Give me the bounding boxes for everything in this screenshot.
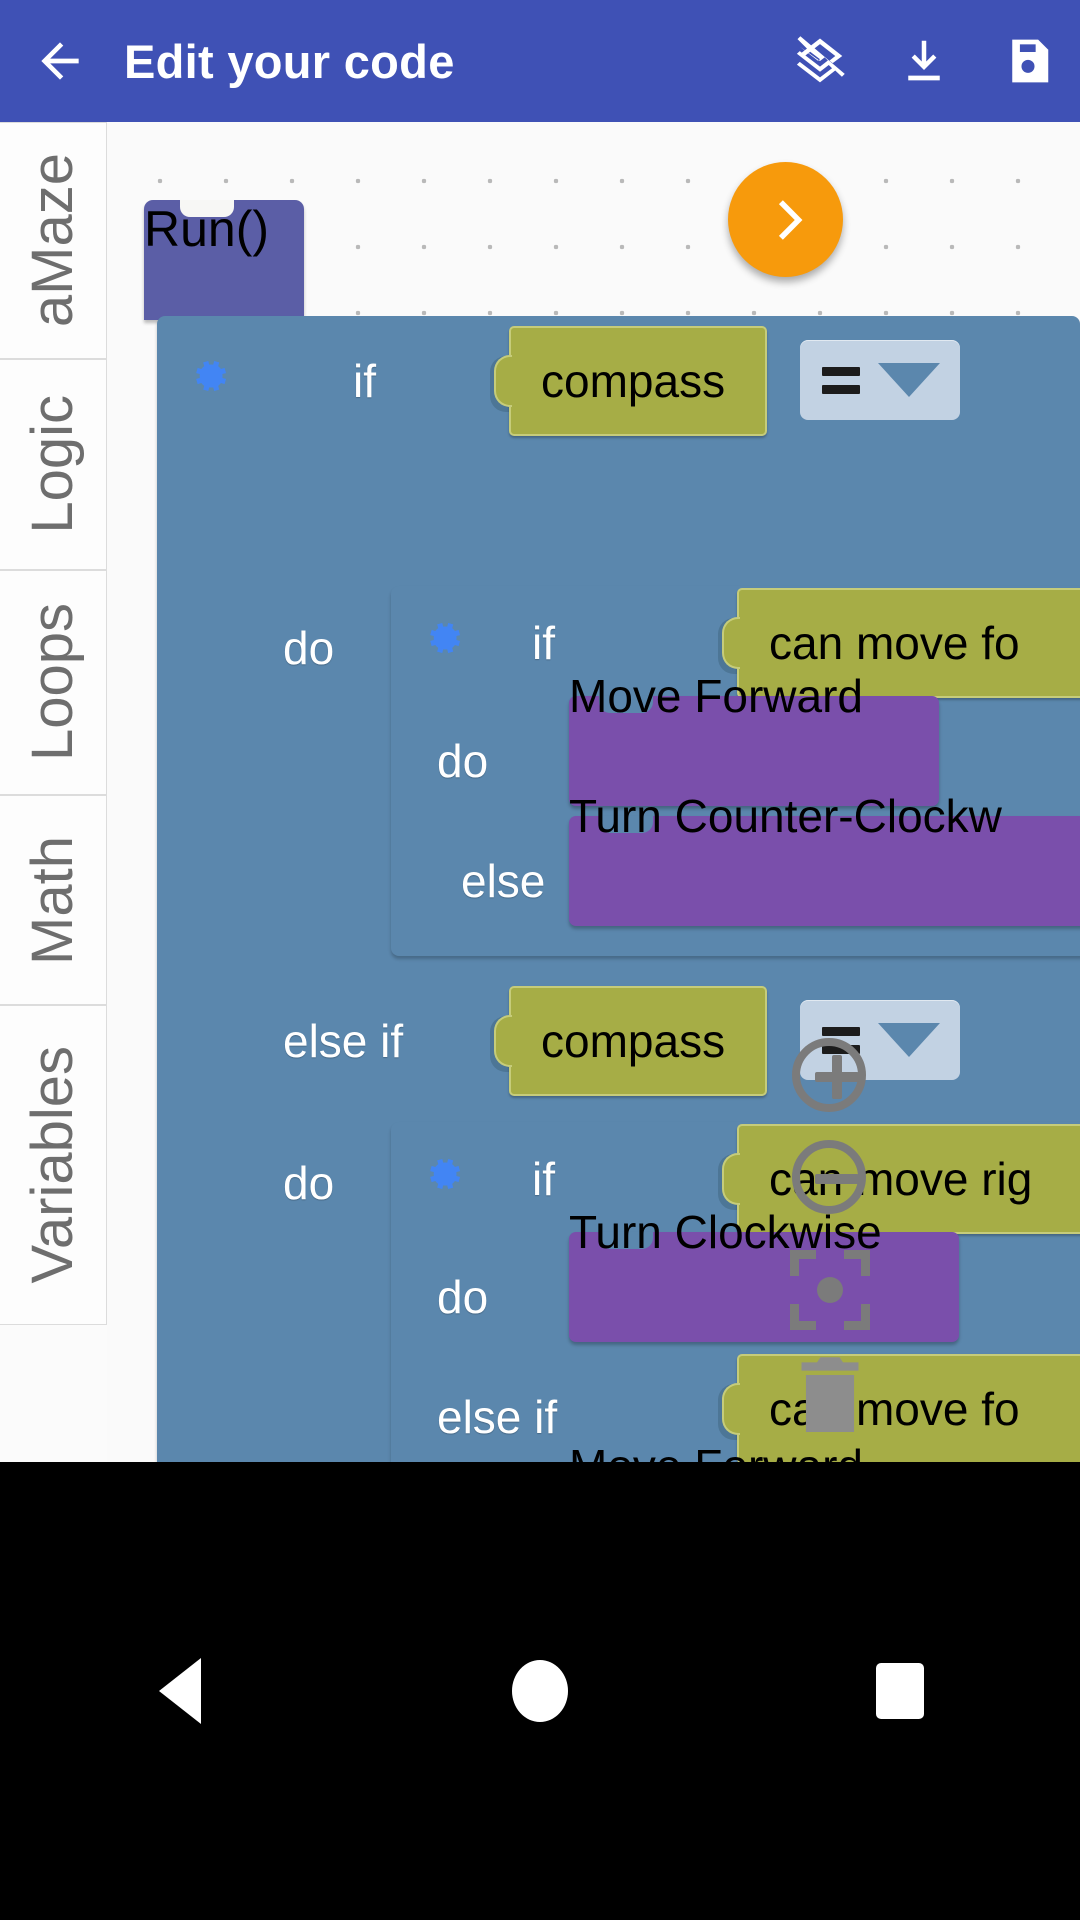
center-target-icon [844,1304,870,1330]
nav-recents-icon [876,1663,924,1719]
trash-button[interactable] [792,1350,868,1438]
zoom-in-icon-vertical [832,1055,842,1099]
center-target-icon [844,1250,870,1276]
center-target-icon [790,1250,816,1276]
android-navigation-bar [0,1462,1080,1920]
center-workspace-button[interactable] [790,1250,870,1330]
zoom-out-button[interactable] [792,1140,866,1214]
workspace-controls [0,0,1080,1462]
run-program-button[interactable] [728,162,843,277]
nav-recents-button[interactable] [840,1631,960,1751]
zoom-in-button[interactable] [792,1038,866,1112]
center-target-dot [817,1277,843,1303]
zoom-out-icon [815,1174,859,1184]
center-target-icon [790,1304,816,1330]
nav-home-button[interactable] [480,1631,600,1751]
play-icon [778,199,802,240]
nav-back-icon [159,1658,201,1724]
app-root: Edit your code aMaze Logic Loops Math Va… [0,0,1080,1920]
nav-home-icon [512,1660,568,1722]
nav-back-button[interactable] [120,1631,240,1751]
trash-icon [801,1357,859,1432]
